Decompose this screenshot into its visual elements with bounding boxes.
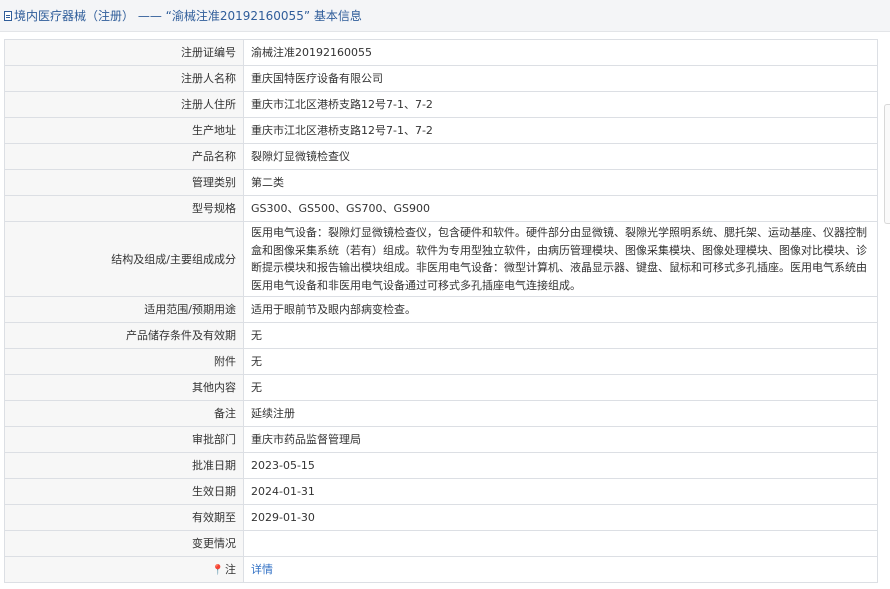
table-row: 审批部门 重庆市药品监督管理局 <box>4 426 878 453</box>
row-value: 医用电气设备：裂隙灯显微镜检查仪，包含硬件和软件。硬件部分由显微镜、裂隙光学照明… <box>243 221 878 297</box>
info-table: 注册证编号 渝械注准20192160055 注册人名称 重庆国特医疗设备有限公司… <box>4 39 878 583</box>
table-row: 批准日期 2023-05-15 <box>4 452 878 479</box>
table-row: 管理类别 第二类 <box>4 169 878 196</box>
row-label: 适用范围/预期用途 <box>4 296 244 323</box>
row-value: 延续注册 <box>243 400 878 427</box>
table-row: 注册人名称 重庆国特医疗设备有限公司 <box>4 65 878 92</box>
scrollbar[interactable] <box>884 104 890 224</box>
table-row: 有效期至 2029-01-30 <box>4 504 878 531</box>
table-row: 结构及组成/主要组成成分 医用电气设备：裂隙灯显微镜检查仪，包含硬件和软件。硬件… <box>4 221 878 297</box>
table-row: 附件 无 <box>4 348 878 375</box>
row-label: 有效期至 <box>4 504 244 531</box>
row-value: 无 <box>243 322 878 349</box>
table-row: 产品名称 裂隙灯显微镜检查仪 <box>4 143 878 170</box>
table-row: 其他内容 无 <box>4 374 878 401</box>
table-row: 注册证编号 渝械注准20192160055 <box>4 39 878 66</box>
row-label: 生效日期 <box>4 478 244 505</box>
row-label: 型号规格 <box>4 195 244 222</box>
row-label: 产品储存条件及有效期 <box>4 322 244 349</box>
table-row: 生产地址 重庆市江北区港桥支路12号7-1、7-2 <box>4 117 878 144</box>
note-label: 注 <box>225 562 236 576</box>
note-value-cell: 详情 <box>243 556 878 583</box>
table-row: 变更情况 <box>4 530 878 557</box>
row-value: 无 <box>243 374 878 401</box>
row-value: 适用于眼前节及眼内部病变检查。 <box>243 296 878 323</box>
row-label: 附件 <box>4 348 244 375</box>
row-label: 产品名称 <box>4 143 244 170</box>
pin-icon: 📍 <box>211 564 224 576</box>
table-row: 产品储存条件及有效期 无 <box>4 322 878 349</box>
row-label: 审批部门 <box>4 426 244 453</box>
row-value: 2023-05-15 <box>243 452 878 479</box>
table-row: 注册人住所 重庆市江北区港桥支路12号7-1、7-2 <box>4 91 878 118</box>
page-header: 境内医疗器械（注册） —— “渝械注准20192160055” 基本信息 <box>0 0 890 32</box>
document-icon <box>4 10 12 21</box>
table-row: 适用范围/预期用途 适用于眼前节及眼内部病变检查。 <box>4 296 878 323</box>
row-value: 重庆国特医疗设备有限公司 <box>243 65 878 92</box>
row-label: 变更情况 <box>4 530 244 557</box>
row-value: 2029-01-30 <box>243 504 878 531</box>
row-label: 生产地址 <box>4 117 244 144</box>
row-value: 2024-01-31 <box>243 478 878 505</box>
row-value: GS300、GS500、GS700、GS900 <box>243 195 878 222</box>
row-label: 注册证编号 <box>4 39 244 66</box>
row-value: 渝械注准20192160055 <box>243 39 878 66</box>
row-value: 第二类 <box>243 169 878 196</box>
row-value: 裂隙灯显微镜检查仪 <box>243 143 878 170</box>
row-label: 批准日期 <box>4 452 244 479</box>
table-row: 备注 延续注册 <box>4 400 878 427</box>
details-link[interactable]: 详情 <box>251 563 273 576</box>
page-title: 境内医疗器械（注册） —— “渝械注准20192160055” 基本信息 <box>14 9 362 23</box>
row-value: 无 <box>243 348 878 375</box>
row-value: 重庆市江北区港桥支路12号7-1、7-2 <box>243 117 878 144</box>
row-label: 注册人住所 <box>4 91 244 118</box>
row-label: 管理类别 <box>4 169 244 196</box>
row-label: 其他内容 <box>4 374 244 401</box>
table-row: 生效日期 2024-01-31 <box>4 478 878 505</box>
row-label: 注册人名称 <box>4 65 244 92</box>
row-label: 备注 <box>4 400 244 427</box>
row-value: 重庆市药品监督管理局 <box>243 426 878 453</box>
note-row: 📍注 详情 <box>4 556 878 583</box>
table-row: 型号规格 GS300、GS500、GS700、GS900 <box>4 195 878 222</box>
row-value: 重庆市江北区港桥支路12号7-1、7-2 <box>243 91 878 118</box>
note-label-cell: 📍注 <box>4 556 244 583</box>
row-label: 结构及组成/主要组成成分 <box>4 221 244 297</box>
row-value <box>243 530 878 557</box>
